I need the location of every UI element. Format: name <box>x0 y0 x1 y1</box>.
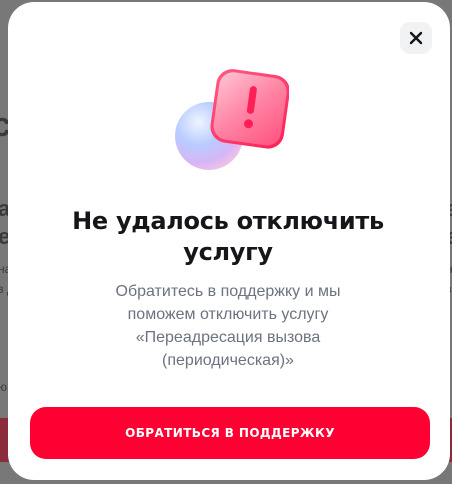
background-text-fragment: ю <box>0 380 7 394</box>
modal-title-line: услугу <box>183 238 273 266</box>
description-line: поможем отключить услугу <box>127 306 329 323</box>
close-icon <box>409 31 423 45</box>
description-line: «Переадресация вызова <box>135 329 321 346</box>
close-button[interactable] <box>400 22 432 54</box>
warning-exclamation-illustration <box>173 66 290 174</box>
modal-title-line: Не удалось отключить <box>72 207 384 235</box>
modal-description: Обратитесь в поддержку и мы поможем откл… <box>68 280 388 372</box>
description-line: Обратитесь в поддержку и мы <box>115 283 341 300</box>
description-line: (периодическая)» <box>162 352 294 369</box>
modal-title: Не удалось отключить услугу <box>38 206 418 268</box>
contact-support-button[interactable]: ОБРАТИТЬСЯ В ПОДДЕРЖКУ <box>30 407 430 459</box>
error-modal: Не удалось отключить услугу Обратитесь в… <box>8 2 450 480</box>
